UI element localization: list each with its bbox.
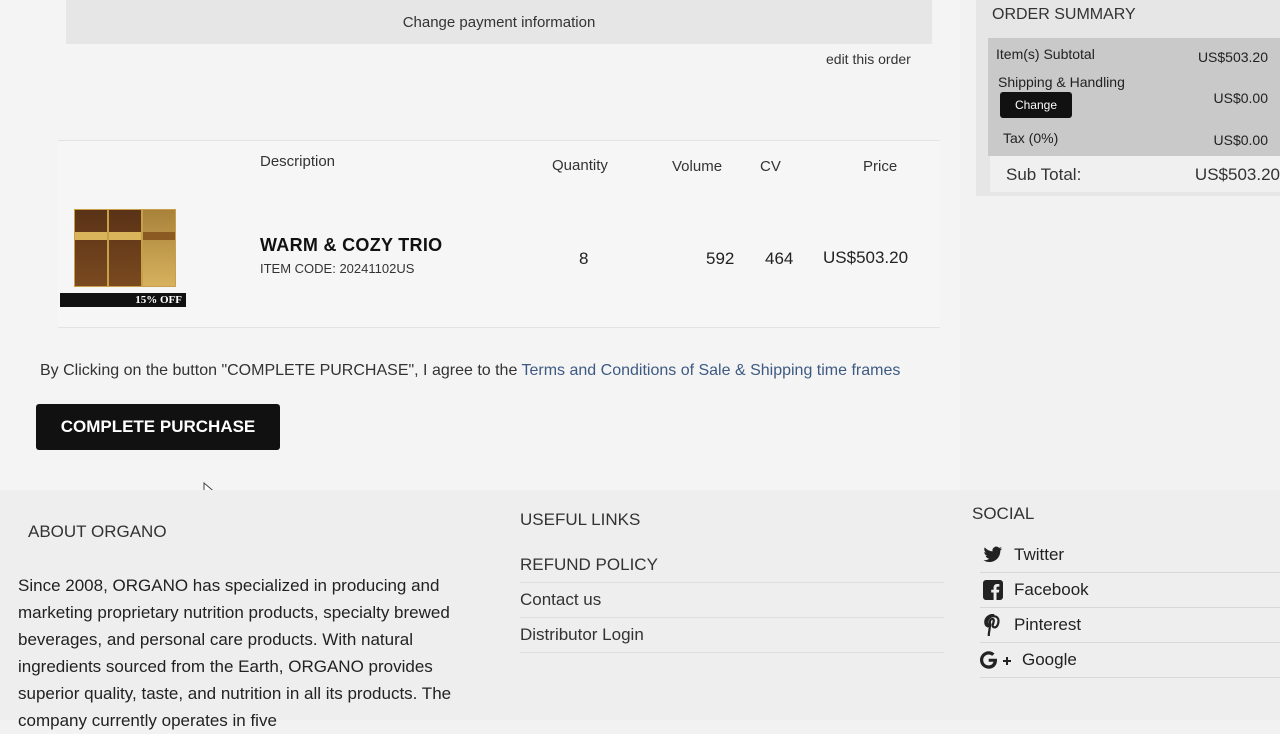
payment-bar: Change payment information [66,0,932,44]
subtotal-row: Sub Total: US$503.20 [990,156,1280,192]
twitter-icon [980,544,1006,566]
product-boxes [74,209,182,289]
change-shipping-button[interactable]: Change [1000,92,1072,118]
tax-label: Tax (0%) [1003,130,1059,146]
items-subtotal-label: Item(s) Subtotal [996,46,1095,62]
about-text: Since 2008, ORGANO has specialized in pr… [18,576,452,730]
footer: ABOUT ORGANO Since 2008, ORGANO has spec… [0,490,1280,730]
purchase-agreement: By Clicking on the button "COMPLETE PURC… [40,362,900,380]
tax-value: US$0.00 [1213,132,1268,148]
useful-links-title: USEFUL LINKS [520,510,641,529]
item-price: US$503.20 [823,248,909,267]
complete-purchase-button[interactable]: COMPLETE PURCHASE [36,404,280,450]
social-links: Twitter Facebook Pinterest Google [980,538,1280,678]
cart-table: Description Quantity Volume CV Price 15%… [58,140,940,328]
header-quantity: Quantity [552,157,608,174]
contact-us-link[interactable]: Contact us [520,583,944,618]
product-code: ITEM CODE: 20241102US [260,261,415,276]
header-volume: Volume [672,158,723,175]
about-title: ABOUT ORGANO [28,522,167,541]
google-label: Google [1022,650,1077,669]
header-cv: CV [760,158,781,175]
twitter-link[interactable]: Twitter [980,538,1280,573]
google-link[interactable]: Google [980,643,1280,678]
header-description: Description [260,153,336,170]
product-image[interactable]: 15% OFF [60,203,186,307]
item-volume: 592 [706,249,735,268]
terms-link[interactable]: Terms and Conditions of Sale & Shipping … [522,362,901,379]
pinterest-link[interactable]: Pinterest [980,608,1280,643]
discount-badge: 15% OFF [60,293,186,307]
agreement-text: By Clicking on the button "COMPLETE PURC… [40,362,522,379]
edit-order-link[interactable]: edit this order [826,51,911,67]
twitter-label: Twitter [1014,545,1065,564]
facebook-icon [980,579,1006,601]
order-summary: ORDER SUMMARY Item(s) Subtotal US$503.20… [976,0,1280,196]
summary-details: Item(s) Subtotal US$503.20 Shipping & Ha… [988,38,1280,156]
summary-title: ORDER SUMMARY [992,6,1136,23]
pinterest-label: Pinterest [1014,615,1082,634]
shipping-label: Shipping & Handling [998,74,1125,90]
shipping-value: US$0.00 [1213,90,1268,106]
social-title: SOCIAL [972,504,1035,523]
useful-links: REFUND POLICY Contact us Distributor Log… [520,548,944,653]
distributor-login-link[interactable]: Distributor Login [520,618,944,653]
change-payment-link[interactable]: Change payment information [403,14,596,31]
facebook-link[interactable]: Facebook [980,573,1280,608]
subtotal-value: US$503.20 [1194,165,1280,184]
google-plus-icon [980,649,1014,671]
pinterest-icon [980,614,1006,636]
refund-policy-link[interactable]: REFUND POLICY [520,548,944,583]
header-price: Price [863,158,898,175]
subtotal-label: Sub Total: [1006,165,1082,184]
item-cv: 464 [765,249,794,268]
facebook-label: Facebook [1014,580,1089,599]
items-subtotal-value: US$503.20 [1197,49,1268,65]
product-name: WARM & COZY TRIO [260,235,443,255]
item-quantity: 8 [579,249,589,268]
